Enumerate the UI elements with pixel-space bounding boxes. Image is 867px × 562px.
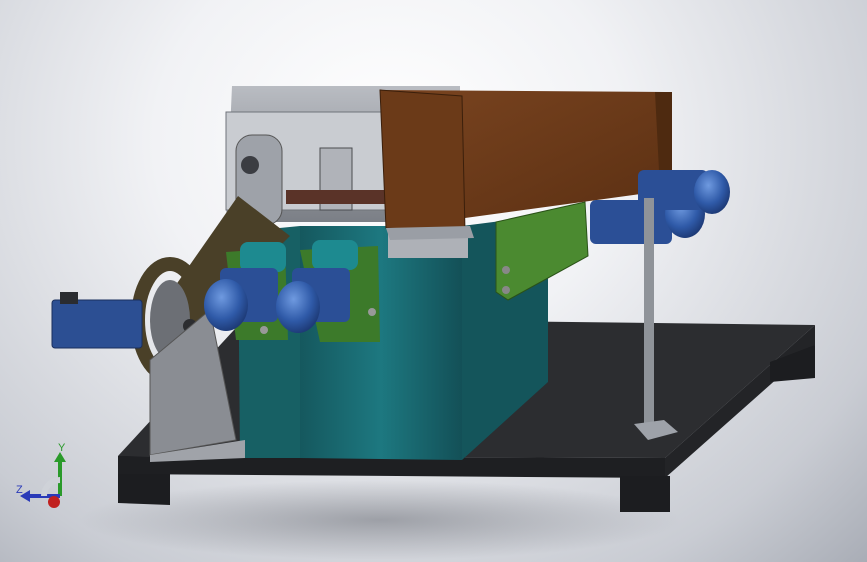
- y-axis-label: Y: [58, 442, 66, 454]
- machine-model[interactable]: [0, 0, 867, 562]
- z-axis-label: Z: [16, 484, 23, 496]
- coordinate-triad: Y Z: [14, 440, 74, 520]
- cad-viewport[interactable]: Y Z: [0, 0, 867, 562]
- left-motor: [51, 292, 143, 349]
